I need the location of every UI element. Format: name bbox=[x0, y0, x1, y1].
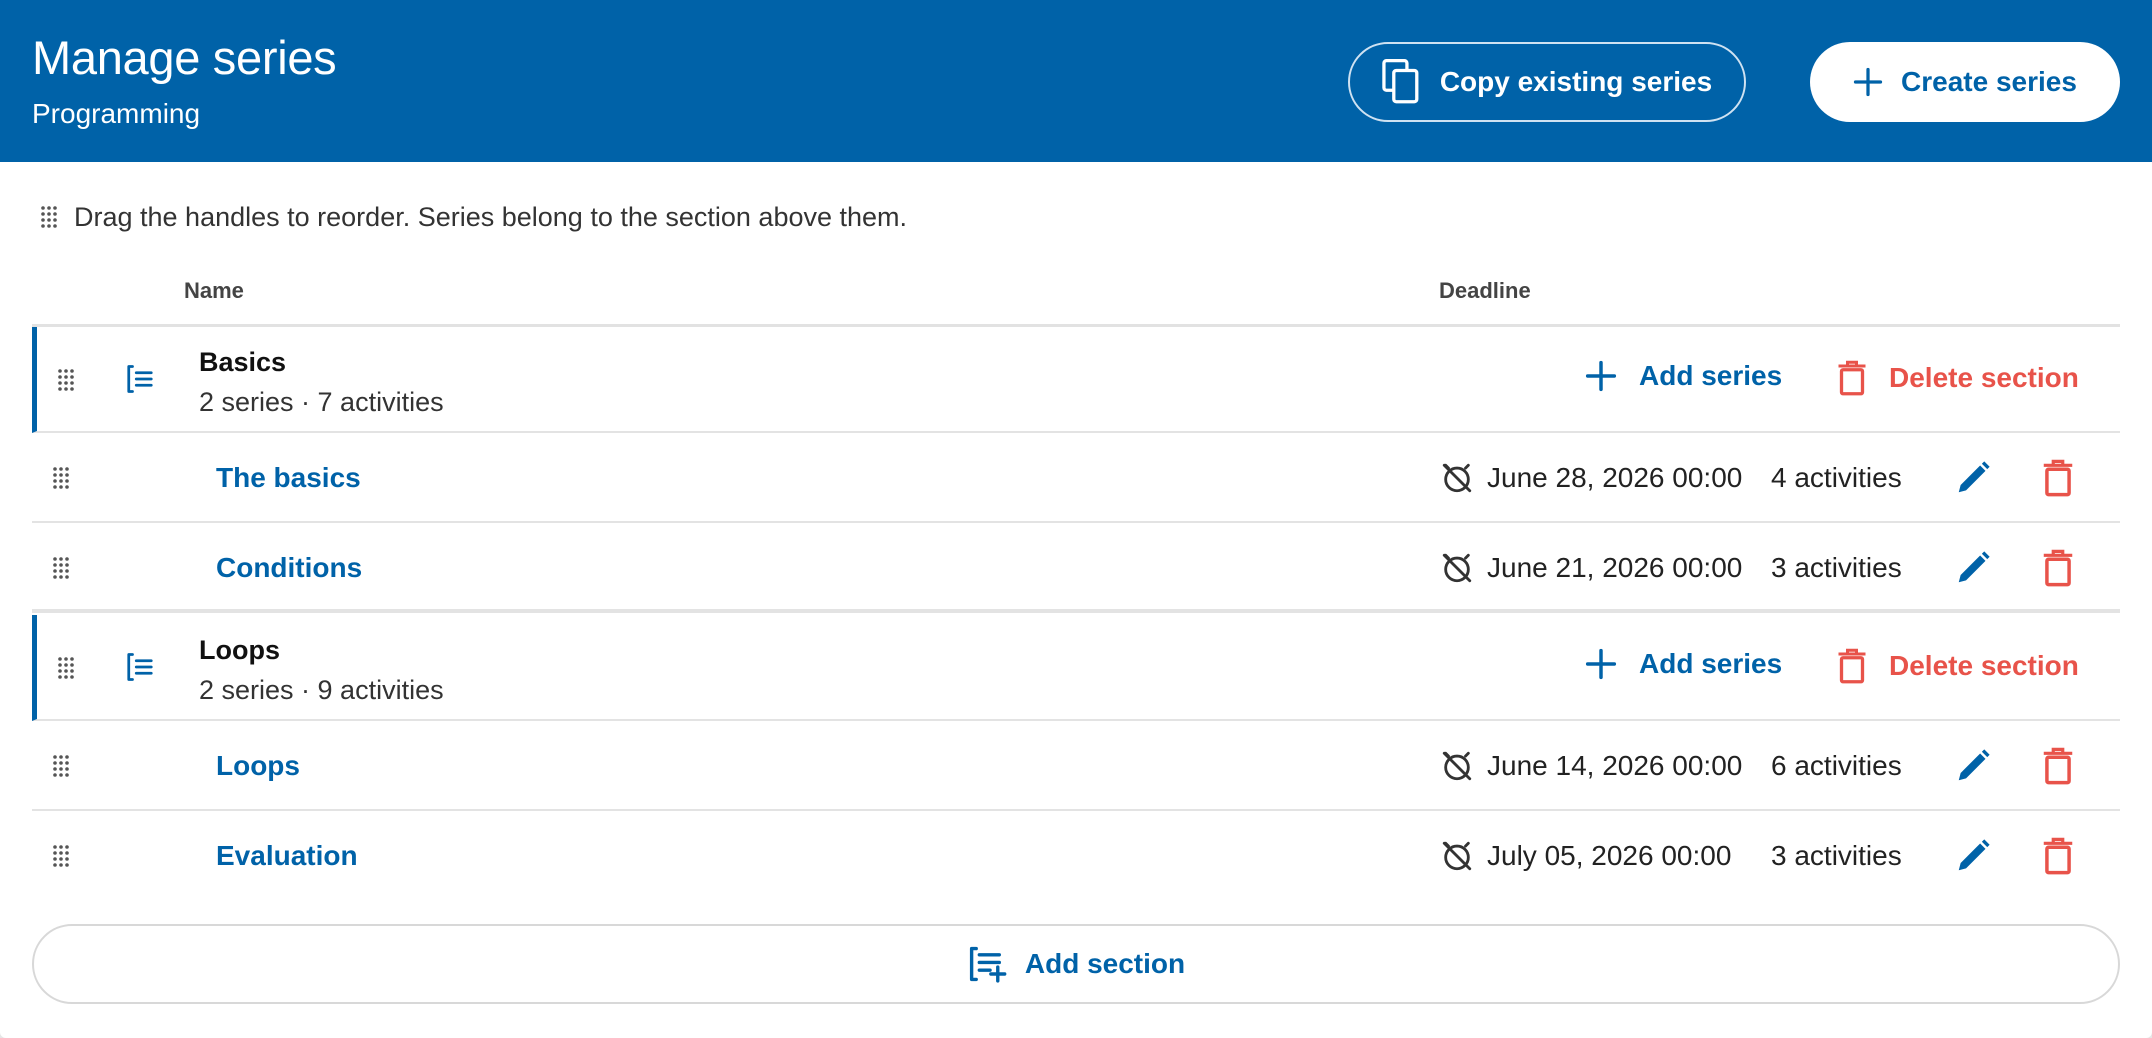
section-list-icon bbox=[127, 653, 153, 681]
drag-handle-icon[interactable] bbox=[52, 754, 70, 778]
reorder-hint: Drag the handles to reorder. Series belo… bbox=[40, 200, 907, 234]
series-activity-count: 3 activities bbox=[1771, 840, 1902, 871]
section-summary: 2 series · 9 activities bbox=[199, 675, 444, 705]
add-series-button[interactable]: Add series bbox=[1585, 360, 1782, 392]
section-list-icon bbox=[127, 365, 153, 393]
drag-handle-icon[interactable] bbox=[57, 368, 75, 392]
section-row-basics: Basics 2 series · 7 activities Add serie… bbox=[32, 327, 2120, 433]
add-series-label: Add series bbox=[1639, 648, 1783, 679]
edit-pencil-icon[interactable] bbox=[1954, 459, 1992, 497]
trash-icon[interactable] bbox=[2042, 747, 2074, 785]
page-title: Manage series bbox=[32, 31, 337, 84]
manage-series-page: Manage series Programming Copy existing … bbox=[0, 0, 2152, 1038]
add-series-label: Add series bbox=[1639, 360, 1783, 391]
series-activity-count: 4 activities bbox=[1771, 462, 1902, 493]
section-summary: 2 series · 7 activities bbox=[199, 387, 444, 417]
plus-icon bbox=[1585, 360, 1617, 392]
add-section-button[interactable]: Add section bbox=[32, 924, 2120, 1004]
drag-handle-icon[interactable] bbox=[57, 656, 75, 680]
alarm-off-icon bbox=[1442, 553, 1472, 583]
page-header: Manage series Programming Copy existing … bbox=[0, 0, 2152, 162]
delete-section-button[interactable]: Delete section bbox=[1837, 648, 2079, 684]
series-activity-count: 6 activities bbox=[1771, 750, 1902, 781]
alarm-off-icon bbox=[1442, 841, 1472, 871]
drag-handle-icon bbox=[41, 206, 57, 228]
section-row-loops: Loops 2 series · 9 activities Add series… bbox=[32, 615, 2120, 721]
delete-section-label: Delete section bbox=[1889, 650, 2079, 681]
column-header-name: Name bbox=[184, 278, 244, 303]
series-row-the-basics: The basics June 28, 2026 00:00 4 activit… bbox=[32, 433, 2120, 523]
series-name-link[interactable]: The basics bbox=[216, 462, 361, 494]
trash-icon[interactable] bbox=[2042, 837, 2074, 875]
series-deadline: June 21, 2026 00:00 bbox=[1487, 552, 1743, 583]
copy-icon bbox=[1382, 59, 1419, 104]
series-deadline: June 28, 2026 00:00 bbox=[1487, 462, 1743, 493]
course-name: Programming bbox=[32, 98, 201, 129]
series-name-link[interactable]: Loops bbox=[216, 750, 300, 782]
copy-existing-series-button[interactable]: Copy existing series bbox=[1348, 42, 1746, 122]
plus-icon bbox=[1853, 67, 1883, 97]
create-series-label: Create series bbox=[1901, 66, 2077, 97]
copy-existing-series-label: Copy existing series bbox=[1439, 66, 1713, 97]
series-name-link[interactable]: Evaluation bbox=[216, 840, 358, 872]
alarm-off-icon bbox=[1442, 751, 1472, 781]
plus-icon bbox=[1585, 648, 1617, 680]
create-series-button[interactable]: Create series bbox=[1810, 42, 2120, 122]
edit-pencil-icon[interactable] bbox=[1954, 549, 1992, 587]
series-name-link[interactable]: Conditions bbox=[216, 552, 362, 584]
section-name: Loops bbox=[199, 635, 280, 665]
drag-handle-icon[interactable] bbox=[52, 556, 70, 580]
alarm-off-icon bbox=[1442, 463, 1472, 493]
drag-handle-icon[interactable] bbox=[52, 844, 70, 868]
reorder-hint-text: Drag the handles to reorder. Series belo… bbox=[74, 201, 908, 232]
add-section-label: Add section bbox=[1024, 948, 1186, 979]
add-series-button[interactable]: Add series bbox=[1585, 648, 1782, 680]
series-activity-count: 3 activities bbox=[1771, 552, 1902, 583]
series-deadline: July 05, 2026 00:00 bbox=[1487, 840, 1732, 871]
series-row-conditions: Conditions June 21, 2026 00:00 3 activit… bbox=[32, 523, 2120, 613]
drag-handle-icon[interactable] bbox=[52, 466, 70, 490]
series-row-evaluation: Evaluation July 05, 2026 00:00 3 activit… bbox=[32, 811, 2120, 901]
delete-section-label: Delete section bbox=[1889, 362, 2079, 393]
edit-pencil-icon[interactable] bbox=[1954, 747, 1992, 785]
trash-icon[interactable] bbox=[2042, 549, 2074, 587]
add-section-icon bbox=[969, 946, 1007, 983]
series-deadline: June 14, 2026 00:00 bbox=[1487, 750, 1743, 781]
trash-icon bbox=[1838, 360, 1866, 396]
delete-section-button[interactable]: Delete section bbox=[1837, 360, 2079, 396]
section-name: Basics bbox=[199, 347, 287, 377]
edit-pencil-icon[interactable] bbox=[1954, 837, 1992, 875]
trash-icon bbox=[1838, 648, 1866, 684]
series-row-loops: Loops June 14, 2026 00:00 6 activities bbox=[32, 721, 2120, 811]
column-header-deadline: Deadline bbox=[1439, 278, 1531, 303]
trash-icon[interactable] bbox=[2042, 459, 2074, 497]
